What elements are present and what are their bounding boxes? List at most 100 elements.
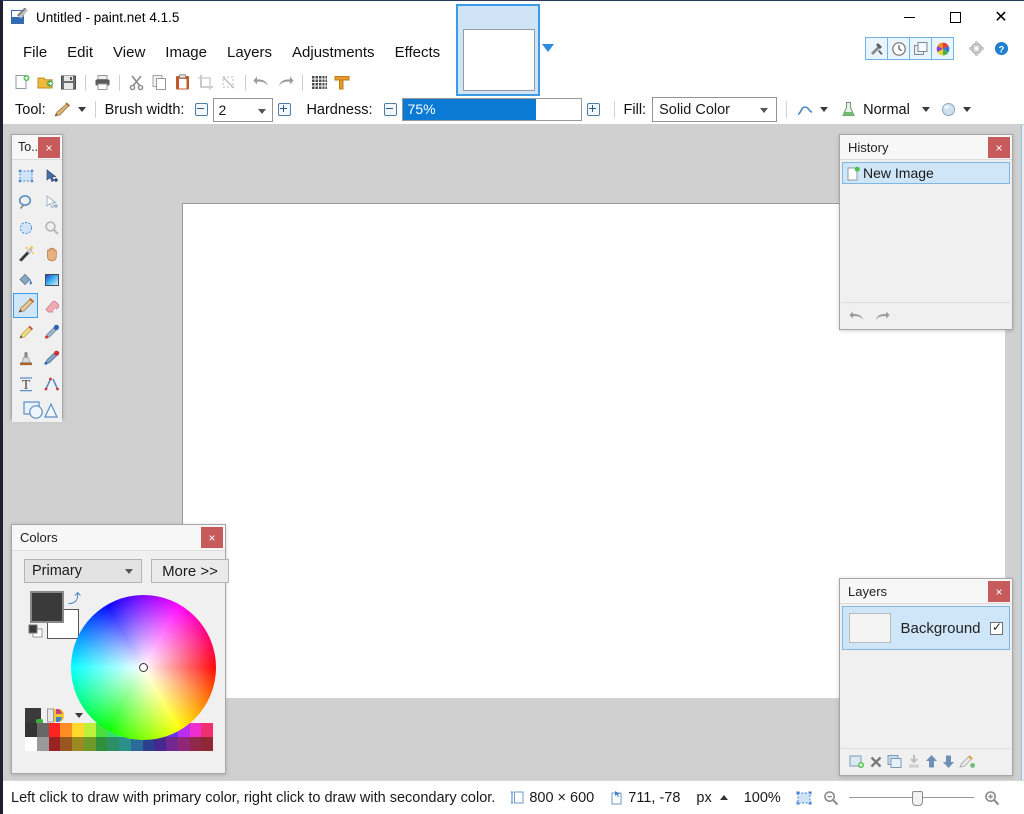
palette-swatch[interactable] bbox=[60, 737, 72, 751]
help-icon[interactable]: ? bbox=[990, 38, 1012, 60]
settings-gear-icon[interactable] bbox=[965, 38, 987, 60]
palette-swatch[interactable] bbox=[201, 737, 213, 751]
tool-rectangle-select-icon[interactable] bbox=[13, 163, 38, 188]
undo-arrow-icon[interactable] bbox=[251, 72, 273, 94]
document-list-dropdown-icon[interactable] bbox=[541, 41, 555, 55]
palette-swatch[interactable] bbox=[72, 737, 84, 751]
menu-effects[interactable]: Effects bbox=[385, 39, 451, 66]
palette-icon[interactable] bbox=[46, 707, 64, 724]
merge-down-icon[interactable] bbox=[907, 754, 921, 769]
open-folder-icon[interactable] bbox=[34, 72, 56, 94]
color-wheel-cursor[interactable] bbox=[138, 662, 148, 672]
close-icon[interactable]: ✕ bbox=[978, 1, 1024, 33]
palette-swatch[interactable] bbox=[95, 737, 108, 751]
tool-eraser-icon[interactable] bbox=[39, 293, 64, 318]
history-toggle-clock-icon[interactable] bbox=[887, 37, 910, 60]
tool-hand-icon[interactable] bbox=[39, 241, 64, 266]
palette-swatch[interactable] bbox=[60, 723, 72, 737]
tool-lasso-select-icon[interactable] bbox=[13, 189, 38, 214]
alpha-sphere-icon[interactable] bbox=[940, 101, 957, 118]
layers-panel-close-icon[interactable]: × bbox=[988, 581, 1010, 602]
new-file-icon[interactable] bbox=[11, 72, 33, 94]
layer-properties-icon[interactable] bbox=[959, 754, 975, 769]
arrow-down-icon[interactable] bbox=[942, 754, 955, 769]
paintbrush-icon[interactable] bbox=[52, 101, 72, 119]
menu-view[interactable]: View bbox=[103, 39, 155, 66]
color-wheel[interactable] bbox=[71, 595, 216, 740]
menu-file[interactable]: File bbox=[13, 39, 57, 66]
palette-row-2[interactable] bbox=[25, 737, 213, 751]
blend-mode-chevron-down-icon[interactable] bbox=[921, 107, 930, 112]
fill-chevron-down-icon[interactable] bbox=[760, 108, 769, 113]
layer-visibility-checkbox[interactable] bbox=[990, 620, 1003, 635]
layers-toggle-layers-icon[interactable] bbox=[909, 37, 932, 60]
delete-layer-icon[interactable] bbox=[869, 755, 883, 769]
history-panel-close-icon[interactable]: × bbox=[988, 137, 1010, 158]
tool-magnifier-icon[interactable] bbox=[39, 215, 64, 240]
arrow-up-icon[interactable] bbox=[925, 754, 938, 769]
palette-swatch[interactable] bbox=[83, 737, 96, 751]
palette-swatch[interactable] bbox=[189, 737, 202, 751]
swap-colors-icon[interactable]: ⤴ bbox=[68, 588, 81, 607]
brush-width-chevron-down-icon[interactable] bbox=[258, 108, 267, 114]
hardness-increase-button[interactable] bbox=[586, 103, 600, 116]
color-target-chevron-down-icon[interactable] bbox=[125, 569, 133, 574]
redo-arrow-icon[interactable] bbox=[274, 72, 296, 94]
zoom-out-icon[interactable] bbox=[823, 790, 839, 806]
history-redo-arrow-icon[interactable] bbox=[873, 309, 890, 323]
reset-colors-icon[interactable] bbox=[28, 624, 46, 640]
brush-width-increase-button[interactable] bbox=[278, 103, 292, 116]
tool-gradient-icon[interactable] bbox=[39, 267, 64, 292]
more-colors-button[interactable]: More >> bbox=[151, 559, 229, 583]
tool-line-curve-icon[interactable] bbox=[39, 371, 64, 396]
tool-recolor-icon[interactable] bbox=[39, 345, 64, 370]
document-thumbnail-tab[interactable] bbox=[456, 4, 540, 96]
tool-ellipse-select-icon[interactable] bbox=[13, 215, 38, 240]
tools-toggle-hammer-wrench-icon[interactable] bbox=[865, 37, 888, 60]
zoom-slider[interactable] bbox=[848, 790, 974, 806]
history-panel-titlebar[interactable]: History × bbox=[840, 135, 1012, 160]
add-layer-icon[interactable] bbox=[849, 754, 865, 769]
minimize-icon[interactable] bbox=[886, 1, 932, 33]
layer-row[interactable]: Background bbox=[842, 606, 1010, 650]
antialiasing-curve-icon[interactable] bbox=[796, 102, 814, 118]
hardness-slider[interactable]: 75% bbox=[401, 98, 582, 121]
primary-color-swatch[interactable] bbox=[30, 591, 64, 623]
maximize-icon[interactable] bbox=[932, 1, 978, 33]
palette-swatch[interactable] bbox=[48, 723, 61, 737]
palette-swatch[interactable] bbox=[36, 723, 49, 737]
color-target-select[interactable]: Primary bbox=[24, 559, 142, 583]
hardness-decrease-button[interactable] bbox=[383, 103, 397, 116]
save-disk-icon[interactable] bbox=[57, 72, 79, 94]
duplicate-layer-icon[interactable] bbox=[887, 754, 903, 769]
palette-swatch[interactable] bbox=[154, 737, 166, 751]
crop-icon[interactable] bbox=[194, 72, 216, 94]
scissors-icon[interactable] bbox=[125, 72, 147, 94]
tool-move-selection-icon[interactable] bbox=[39, 189, 64, 214]
palette-swatch[interactable] bbox=[201, 723, 213, 737]
zoom-slider-handle[interactable] bbox=[911, 790, 923, 806]
colors-toggle-color-wheel-icon[interactable] bbox=[931, 37, 954, 60]
menu-image[interactable]: Image bbox=[155, 39, 217, 66]
palette-swatch[interactable] bbox=[48, 737, 61, 751]
layers-panel-titlebar[interactable]: Layers × bbox=[840, 579, 1012, 604]
brush-width-decrease-button[interactable] bbox=[195, 103, 209, 116]
brush-width-input[interactable]: 2 bbox=[213, 97, 274, 122]
colors-panel-titlebar[interactable]: Colors × bbox=[12, 525, 225, 551]
alpha-chevron-down-icon[interactable] bbox=[962, 107, 971, 112]
tool-dropdown-chevron-down-icon[interactable] bbox=[77, 107, 86, 112]
blend-flask-icon[interactable] bbox=[840, 101, 857, 118]
tool-paintbrush-icon[interactable] bbox=[13, 293, 38, 318]
history-undo-arrow-icon[interactable] bbox=[849, 309, 866, 323]
menu-adjustments[interactable]: Adjustments bbox=[282, 39, 385, 66]
palette-swatch[interactable] bbox=[36, 737, 49, 751]
fit-to-window-icon[interactable] bbox=[795, 790, 813, 806]
colors-panel-close-icon[interactable]: × bbox=[201, 527, 223, 548]
tools-panel-close-icon[interactable]: × bbox=[38, 137, 60, 158]
fill-select[interactable]: Solid Color bbox=[652, 97, 778, 122]
units-chevron-up-icon[interactable] bbox=[719, 795, 728, 800]
printer-icon[interactable] bbox=[91, 72, 113, 94]
palette-swatch[interactable] bbox=[83, 723, 96, 737]
palette-swatch[interactable] bbox=[107, 737, 119, 751]
history-item[interactable]: New Image bbox=[842, 162, 1010, 184]
